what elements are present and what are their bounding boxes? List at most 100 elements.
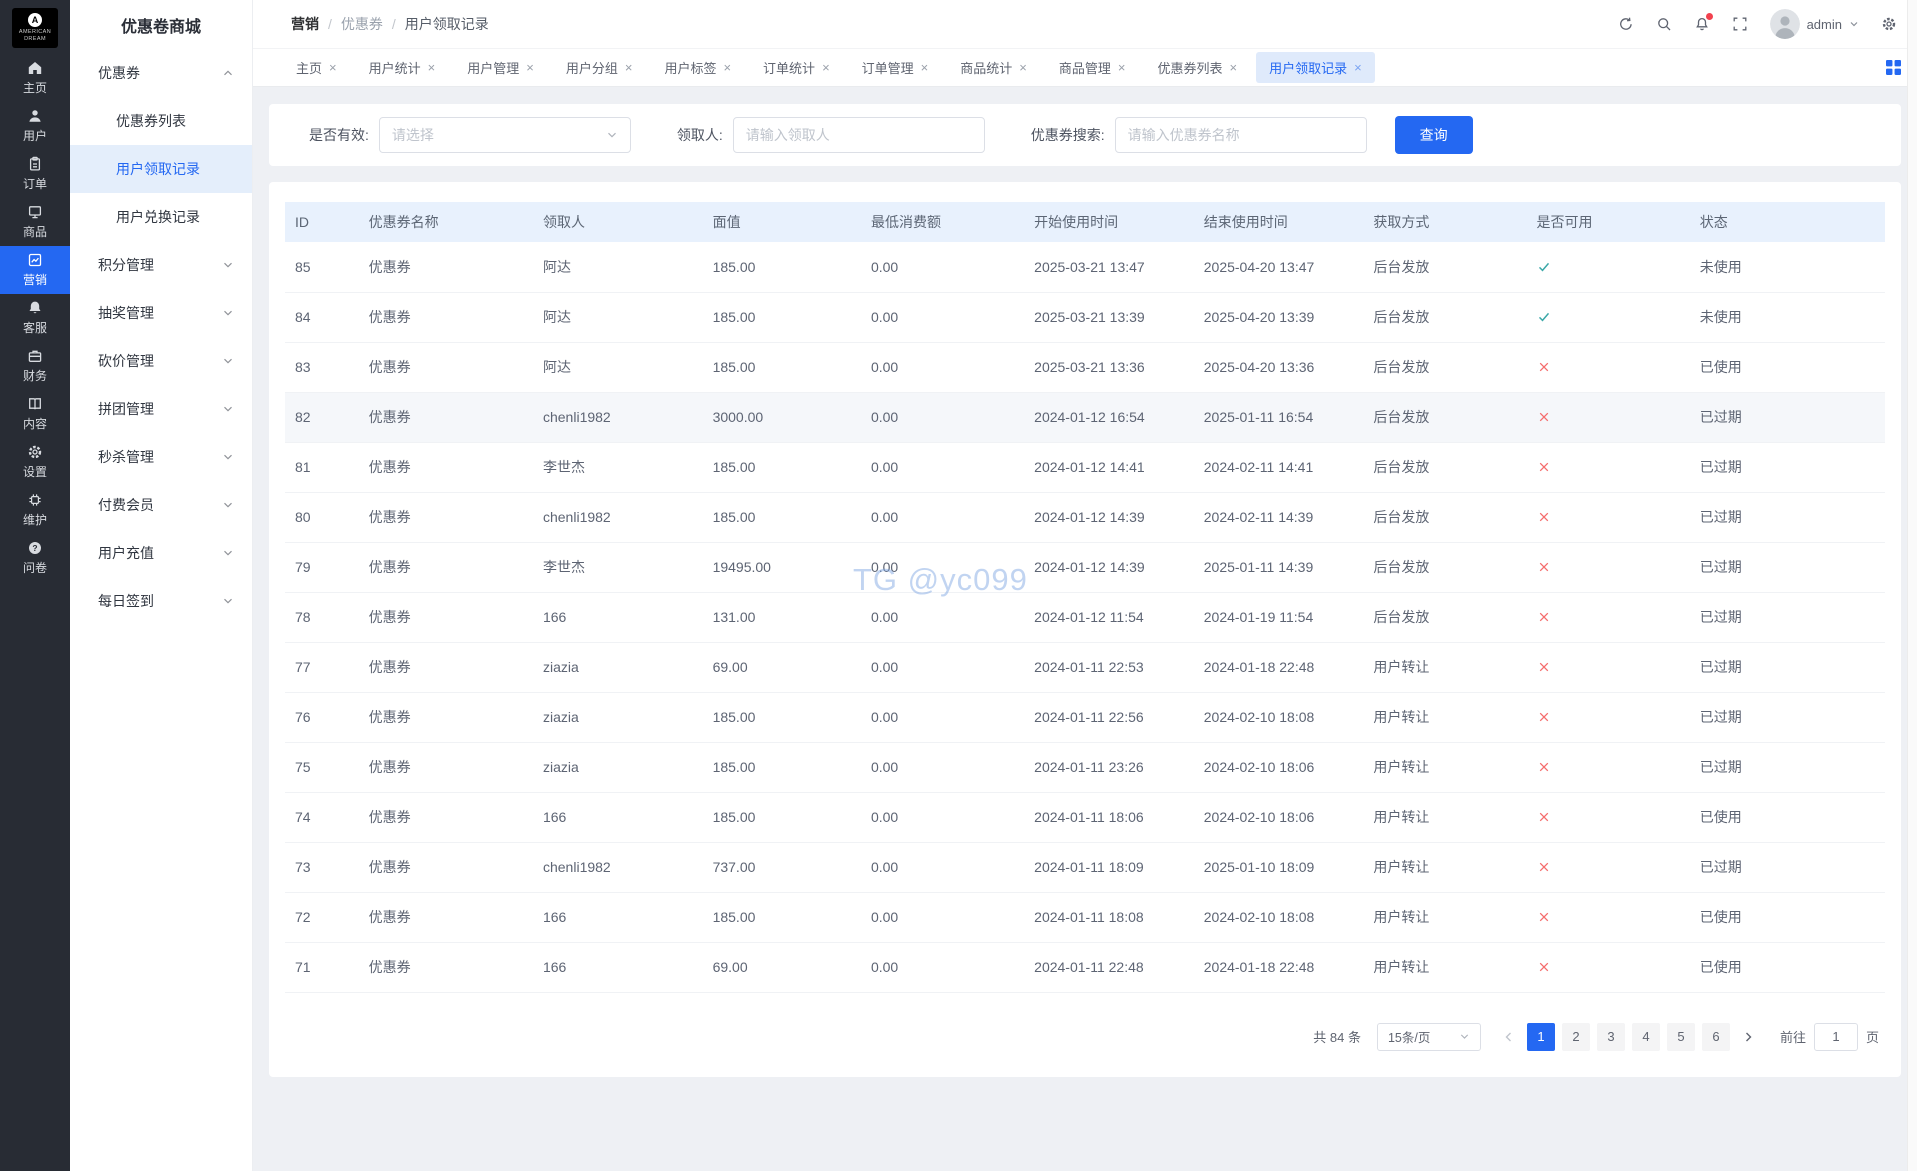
- cell-value: 69.00: [702, 642, 861, 693]
- tab-label: 用户统计: [368, 61, 421, 76]
- menu-subitem-0-1[interactable]: 用户领取记录: [70, 145, 252, 193]
- rail-item-user[interactable]: 用户: [0, 102, 70, 150]
- tab-用户管理[interactable]: 用户管理 ×: [454, 52, 547, 83]
- service-icon: [27, 300, 43, 316]
- search-icon[interactable]: [1656, 16, 1672, 32]
- page-button-2[interactable]: 2: [1561, 1022, 1590, 1051]
- goto-page-input[interactable]: [1813, 1022, 1858, 1051]
- tab-close-icon[interactable]: ×: [428, 61, 436, 74]
- prev-page-icon[interactable]: [1497, 1023, 1521, 1051]
- fullscreen-icon[interactable]: [1732, 16, 1748, 32]
- tab-close-icon[interactable]: ×: [625, 61, 633, 74]
- cell-status: 已过期: [1689, 742, 1885, 793]
- tab-优惠券列表[interactable]: 优惠券列表 ×: [1144, 52, 1250, 83]
- breadcrumb-item[interactable]: 优惠券: [341, 14, 383, 34]
- refresh-icon[interactable]: [1618, 16, 1634, 32]
- page-button-6[interactable]: 6: [1701, 1022, 1730, 1051]
- cell-status: 已过期: [1689, 392, 1885, 443]
- cell-available: [1526, 942, 1690, 993]
- tab-close-icon[interactable]: ×: [1118, 61, 1126, 74]
- rail-item-label: 设置: [22, 465, 47, 479]
- cell-status: 未使用: [1689, 292, 1885, 343]
- tab-close-icon[interactable]: ×: [329, 61, 337, 74]
- menu-group-0[interactable]: 优惠券: [70, 49, 252, 97]
- rail-item-finance[interactable]: 财务: [0, 342, 70, 390]
- tab-商品统计[interactable]: 商品统计 ×: [947, 52, 1040, 83]
- page-size-select[interactable]: 15条/页: [1376, 1022, 1481, 1051]
- cell-id: 79: [285, 542, 359, 593]
- menu-group-6[interactable]: 付费会员: [70, 481, 252, 529]
- user-menu[interactable]: admin: [1769, 9, 1859, 39]
- tab-close-icon[interactable]: ×: [526, 61, 534, 74]
- rail-item-service[interactable]: 客服: [0, 294, 70, 342]
- tab-close-icon[interactable]: ×: [921, 61, 929, 74]
- tab-用户标签[interactable]: 用户标签 ×: [651, 52, 744, 83]
- svg-text:?: ?: [32, 543, 37, 553]
- available-check-icon: [1537, 310, 1680, 324]
- page-number-list: 123456: [1526, 1022, 1730, 1051]
- page-button-3[interactable]: 3: [1596, 1022, 1625, 1051]
- window-scrollbar[interactable]: [1907, 0, 1917, 1171]
- tab-close-icon[interactable]: ×: [723, 61, 731, 74]
- menu-group-2[interactable]: 抽奖管理: [70, 289, 252, 337]
- content-icon: [27, 396, 43, 412]
- chevron-down-icon: [222, 451, 234, 463]
- menu-group-5[interactable]: 秒杀管理: [70, 433, 252, 481]
- coupon-search-input[interactable]: [1127, 127, 1354, 143]
- cell-receiver: chenli1982: [532, 842, 703, 893]
- tab-options-grid-icon[interactable]: [1886, 60, 1901, 75]
- receiver-input[interactable]: [745, 127, 972, 143]
- settings-gear-icon[interactable]: [1881, 16, 1897, 32]
- rail-item-maintenance[interactable]: 维护: [0, 486, 70, 534]
- menu-subitem-0-0[interactable]: 优惠券列表: [70, 97, 252, 145]
- table-body: 85 优惠券 阿达 185.00 0.00 2025-03-21 13:47 2025-04…: [285, 242, 1885, 993]
- rail-item-settings[interactable]: 设置: [0, 438, 70, 486]
- page-button-5[interactable]: 5: [1666, 1022, 1695, 1051]
- page-button-1[interactable]: 1: [1526, 1022, 1555, 1051]
- tab-用户分组[interactable]: 用户分组 ×: [553, 52, 646, 83]
- cell-value: 185.00: [702, 242, 861, 293]
- menu-group-1[interactable]: 积分管理: [70, 241, 252, 289]
- breadcrumb-item[interactable]: 用户领取记录: [405, 14, 489, 34]
- cell-status: 已过期: [1689, 642, 1885, 693]
- menu-group-4[interactable]: 拼团管理: [70, 385, 252, 433]
- cell-available: [1526, 342, 1690, 393]
- tab-商品管理[interactable]: 商品管理 ×: [1046, 52, 1139, 83]
- cell-id: 77: [285, 642, 359, 693]
- logo-mark-icon: A: [28, 12, 42, 27]
- menu-group-8[interactable]: 每日签到: [70, 577, 252, 625]
- cell-value: 185.00: [702, 292, 861, 343]
- rail-item-label: 用户: [22, 129, 47, 143]
- rail-item-marketing[interactable]: 营销: [0, 246, 70, 294]
- notification-bell-icon[interactable]: [1694, 13, 1713, 32]
- tab-用户统计[interactable]: 用户统计 ×: [356, 52, 449, 83]
- page-button-4[interactable]: 4: [1631, 1022, 1660, 1051]
- cell-name: 优惠券: [358, 792, 533, 843]
- menu-subitem-0-2[interactable]: 用户兑换记录: [70, 193, 252, 241]
- rail-item-goods[interactable]: 商品: [0, 198, 70, 246]
- tab-close-icon[interactable]: ×: [822, 61, 830, 74]
- menu-group-3[interactable]: 砍价管理: [70, 337, 252, 385]
- cell-end: 2025-04-20 13:39: [1193, 292, 1364, 343]
- rail-item-survey[interactable]: ? 问卷: [0, 534, 70, 582]
- table-row: 84 优惠券 阿达 185.00 0.00 2025-03-21 13:39 2025-04…: [285, 292, 1885, 343]
- search-button[interactable]: 查询: [1394, 116, 1473, 154]
- next-page-icon[interactable]: [1736, 1023, 1760, 1051]
- tab-close-icon[interactable]: ×: [1230, 61, 1238, 74]
- chevron-up-icon: [222, 67, 234, 79]
- tab-close-icon[interactable]: ×: [1019, 61, 1027, 74]
- cell-name: 优惠券: [358, 392, 533, 443]
- app-logo[interactable]: A AMERICAN DREAM: [12, 8, 58, 48]
- column-header: 面值: [702, 202, 861, 242]
- tab-主页[interactable]: 主页 ×: [283, 52, 350, 83]
- rail-item-home[interactable]: 主页: [0, 54, 70, 102]
- valid-filter-select[interactable]: 请选择: [378, 117, 631, 153]
- tab-订单管理[interactable]: 订单管理 ×: [849, 52, 942, 83]
- cell-receiver: chenli1982: [532, 492, 703, 543]
- tab-close-icon[interactable]: ×: [1354, 61, 1362, 74]
- menu-group-7[interactable]: 用户充值: [70, 529, 252, 577]
- tab-订单统计[interactable]: 订单统计 ×: [750, 52, 843, 83]
- tab-用户领取记录[interactable]: 用户领取记录 ×: [1256, 52, 1375, 83]
- rail-item-content[interactable]: 内容: [0, 390, 70, 438]
- rail-item-order[interactable]: 订单: [0, 150, 70, 198]
